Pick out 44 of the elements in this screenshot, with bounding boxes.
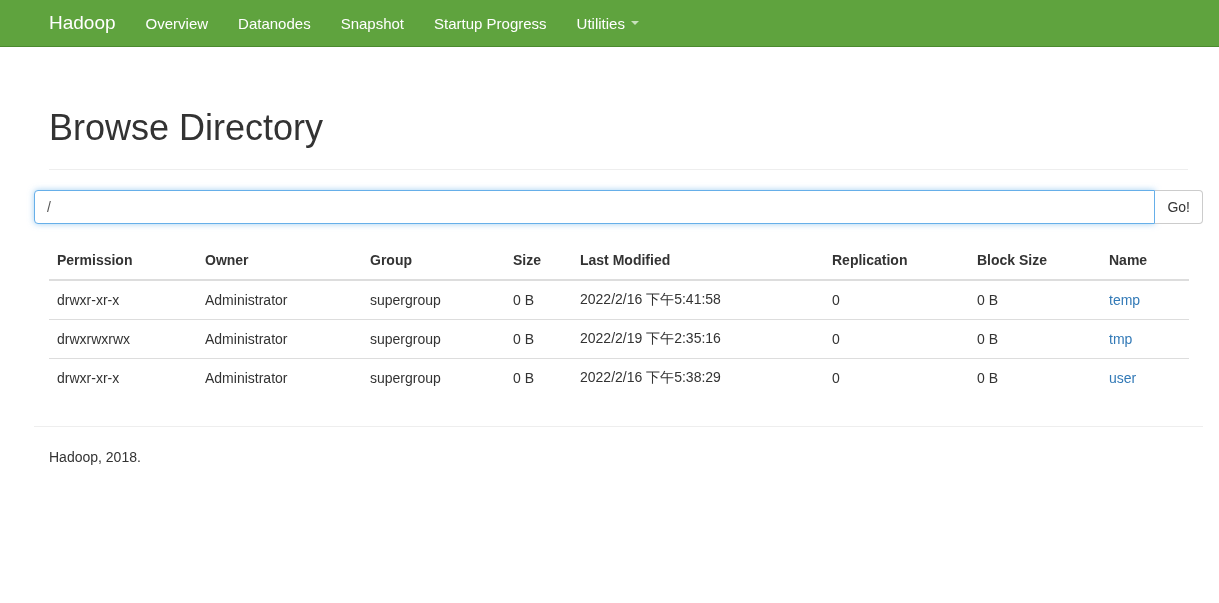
table-cell: drwxr-xr-x (49, 358, 197, 397)
column-header: Last Modified (572, 241, 824, 280)
brand-link[interactable]: Hadoop (49, 12, 116, 34)
table-cell: 2022/2/16 下午5:41:58 (572, 280, 824, 320)
table-cell: drwxr-xr-x (49, 280, 197, 320)
column-header: Group (362, 241, 505, 280)
caret-icon (630, 21, 639, 25)
table-cell: Administrator (197, 280, 362, 320)
column-header: Block Size (969, 241, 1101, 280)
table-cell: 0 B (969, 358, 1101, 397)
nav-link[interactable]: Snapshot (340, 14, 405, 32)
page-title: Browse Directory (49, 107, 1188, 170)
table-cell: 0 (824, 319, 969, 359)
table-cell: supergroup (362, 280, 505, 320)
file-link[interactable]: user (1109, 370, 1137, 386)
table-cell: 2022/2/16 下午5:38:29 (572, 358, 824, 397)
table-cell: 0 B (969, 280, 1101, 320)
column-header: Replication (824, 241, 969, 280)
nav-dropdown[interactable]: Utilities (576, 14, 639, 32)
table-cell: 2022/2/19 下午2:35:16 (572, 319, 824, 359)
column-header: Name (1101, 241, 1189, 280)
column-header: Permission (49, 241, 197, 280)
table-cell: 0 B (505, 358, 572, 397)
column-header: Owner (197, 241, 362, 280)
column-header: Size (505, 241, 572, 280)
nav-link[interactable]: Startup Progress (434, 14, 547, 32)
table-cell: 0 (824, 280, 969, 320)
table-cell: 0 B (505, 280, 572, 320)
table-cell: drwxrwxrwx (49, 319, 197, 359)
file-link[interactable]: tmp (1109, 331, 1133, 347)
table-cell: supergroup (362, 358, 505, 397)
table-cell: Administrator (197, 319, 362, 359)
nav-label: Utilities (576, 14, 625, 32)
nav-link[interactable]: Datanodes (238, 14, 311, 32)
footer-text: Hadoop, 2018. (49, 449, 141, 465)
table-cell: Administrator (197, 358, 362, 397)
table-cell: 0 B (505, 319, 572, 359)
table-cell: supergroup (362, 319, 505, 359)
table-cell: 0 B (969, 319, 1101, 359)
file-link[interactable]: temp (1109, 292, 1141, 308)
path-field[interactable]: / (34, 190, 1156, 224)
nav-link[interactable]: Overview (145, 14, 209, 32)
table-cell: 0 (824, 358, 969, 397)
go-button[interactable]: Go! (1155, 190, 1203, 224)
